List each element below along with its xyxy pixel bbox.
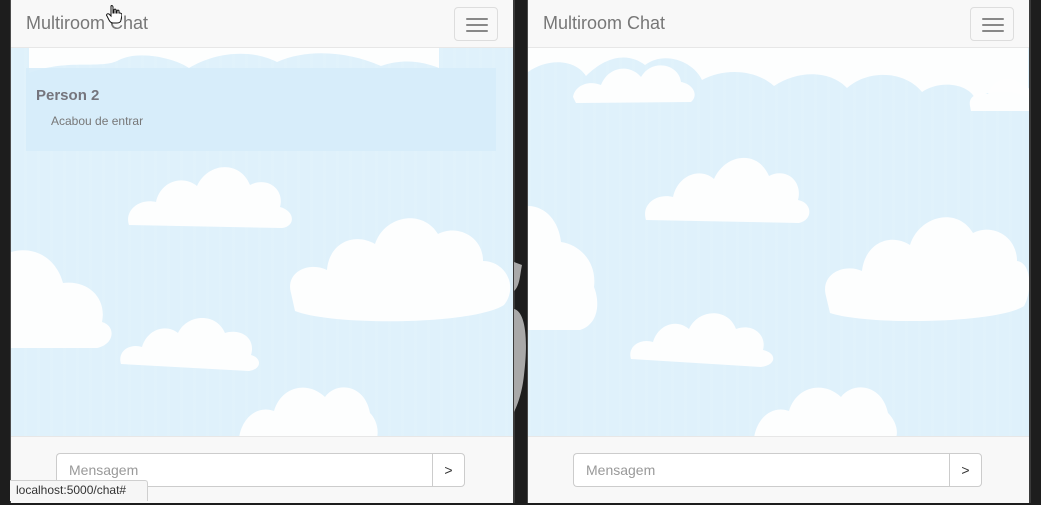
menu-line-icon — [466, 18, 488, 20]
right-message-footer: > — [528, 436, 1029, 503]
cloud-background-icon — [573, 65, 695, 103]
right-navbar: Multiroom Chat — [528, 0, 1029, 48]
cloud-background-icon — [528, 206, 598, 330]
cloud-background-icon — [645, 157, 810, 223]
left-browser-window: Multiroom Chat Person 2 Acabou de entrar… — [10, 0, 515, 503]
cloud-background-icon — [128, 167, 292, 228]
left-menu-toggle-button[interactable] — [454, 7, 498, 41]
cloud-background-icon — [11, 250, 112, 348]
right-chat-area — [528, 48, 1029, 436]
menu-line-icon — [466, 30, 488, 32]
left-chat-area: Person 2 Acabou de entrar — [11, 48, 513, 436]
menu-line-icon — [982, 18, 1004, 20]
cloud-background-icon — [290, 218, 511, 322]
status-url-tooltip: localhost:5000/chat# — [10, 480, 148, 501]
right-browser-window: Multiroom Chat Mensagem > — [527, 0, 1031, 503]
menu-line-icon — [982, 30, 1004, 32]
cloud-background-icon — [630, 313, 774, 367]
cloud-background-icon — [754, 387, 897, 436]
cloud-background-icon — [825, 217, 1029, 322]
right-menu-toggle-button[interactable] — [970, 7, 1014, 41]
cloud-background-icon — [969, 78, 1029, 111]
hand-pointer-cursor-icon — [106, 5, 122, 24]
cloud-background-icon — [239, 387, 378, 436]
menu-line-icon — [982, 24, 1004, 26]
window-separator-shape — [514, 262, 526, 412]
desktop-screen: Multiroom Chat Person 2 Acabou de entrar… — [0, 0, 1041, 505]
message-author: Person 2 — [36, 87, 100, 104]
left-app-title[interactable]: Multiroom Chat — [26, 13, 148, 33]
left-send-button[interactable]: > — [432, 453, 465, 487]
right-send-button[interactable]: > — [949, 453, 982, 487]
message-card: Person 2 Acabou de entrar — [26, 68, 496, 151]
menu-line-icon — [466, 24, 488, 26]
right-message-input[interactable] — [573, 453, 949, 487]
cloud-background-icon — [120, 317, 260, 371]
right-message-input-group: > — [573, 453, 982, 487]
right-app-title[interactable]: Multiroom Chat — [543, 13, 665, 33]
left-navbar: Multiroom Chat — [11, 0, 513, 48]
message-text: Acabou de entrar — [51, 114, 144, 128]
